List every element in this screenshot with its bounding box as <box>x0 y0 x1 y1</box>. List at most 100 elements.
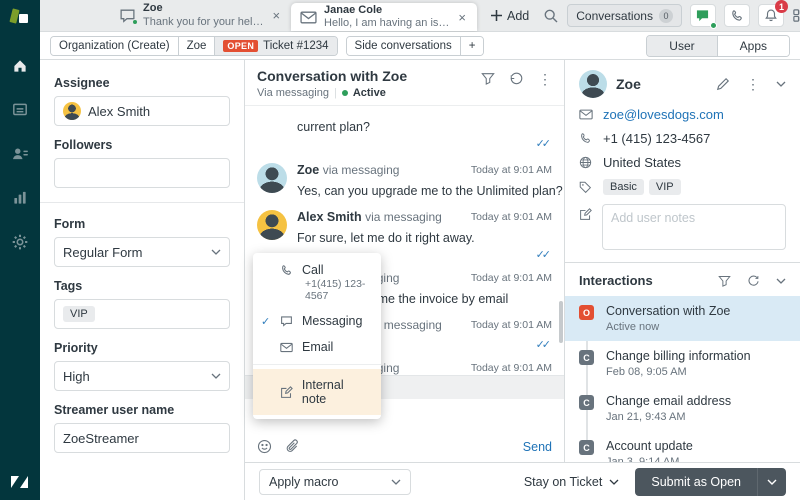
priority-select[interactable]: High <box>54 361 230 391</box>
chevron-down-icon <box>391 479 401 485</box>
message-time: Today at 9:01 AM <box>470 210 552 223</box>
call-number: +1(415) 123-4567 <box>305 278 366 302</box>
stay-on-ticket-select[interactable]: Stay on Ticket <box>524 475 620 489</box>
active-dot <box>341 90 348 96</box>
form-label: Form <box>54 217 86 231</box>
interaction-title: Change billing information <box>606 349 751 363</box>
side-conversation-add-button[interactable]: + <box>459 36 484 55</box>
interaction-item[interactable]: C Change billing information Feb 08, 9:05… <box>565 341 800 386</box>
left-nav-rail <box>0 0 40 500</box>
followers-field[interactable] <box>54 158 230 188</box>
chat-icon <box>281 316 292 327</box>
tab-subtitle: Thank you for your hel… <box>143 15 264 28</box>
filter-icon[interactable] <box>718 275 731 287</box>
phone-button[interactable] <box>723 4 750 27</box>
history-icon[interactable] <box>509 71 524 86</box>
chat-button[interactable] <box>689 4 717 29</box>
tab-user[interactable]: User <box>647 35 717 56</box>
close-icon[interactable]: × <box>270 6 282 25</box>
tag-icon <box>579 181 593 194</box>
tag-chip[interactable]: VIP <box>63 306 95 322</box>
scrollbar-thumb[interactable] <box>559 301 563 343</box>
menu-item-internal-note[interactable]: Internal note <box>253 369 381 415</box>
section-divider <box>40 202 244 203</box>
user-tag[interactable]: VIP <box>648 179 681 195</box>
emoji-icon[interactable] <box>257 439 272 454</box>
breadcrumb-ticket[interactable]: OPEN Ticket #1234 <box>214 36 337 55</box>
refresh-icon[interactable] <box>747 274 760 287</box>
form-value: Regular Form <box>63 244 143 260</box>
submit-options-caret[interactable] <box>757 467 786 496</box>
form-select[interactable]: Regular Form <box>54 237 230 267</box>
conversation-status: Active <box>352 87 386 99</box>
conversations-button[interactable]: Conversations 0 <box>567 4 682 27</box>
user-email-link[interactable]: zoe@lovesdogs.com <box>603 107 724 122</box>
apps-grid-icon[interactable] <box>792 8 800 23</box>
note-icon <box>281 385 293 398</box>
interaction-subtitle: Feb 08, 9:05 AM <box>606 366 687 378</box>
zendesk-logo-icon <box>11 474 29 490</box>
ticket-tab-janae[interactable]: Janae Cole Hello, I am having an is… × <box>291 3 477 31</box>
admin-gear-icon[interactable] <box>11 233 29 251</box>
notes-icon <box>579 208 592 221</box>
search-icon[interactable] <box>543 8 559 24</box>
interaction-title: Account update <box>606 439 693 453</box>
message-text: Yes, can you upgrade me to the Unlimited… <box>297 183 563 198</box>
collapse-icon[interactable] <box>776 81 786 87</box>
chevron-down-icon <box>609 479 619 485</box>
delivered-check-icon: ✓✓ <box>535 137 551 150</box>
menu-item-email[interactable]: Email <box>253 334 381 360</box>
overflow-menu-icon[interactable]: ⋮ <box>746 77 760 91</box>
home-icon[interactable] <box>11 57 29 75</box>
apply-macro-select[interactable]: Apply macro <box>259 468 411 495</box>
user-notes-input[interactable] <box>602 204 786 250</box>
assignee-field[interactable]: Alex Smith <box>54 96 230 126</box>
priority-value: High <box>63 368 90 384</box>
overflow-menu-icon[interactable]: ⋮ <box>538 72 552 86</box>
menu-item-call[interactable]: Call +1(415) 123-4567 <box>253 257 381 308</box>
add-tab-button[interactable]: Add <box>477 0 543 31</box>
interaction-subtitle: Active now <box>606 321 660 333</box>
priority-label: Priority <box>54 341 98 355</box>
breadcrumb-organization[interactable]: Organization (Create) <box>51 36 178 55</box>
views-icon[interactable] <box>11 101 29 119</box>
customer-panel: Zoe ⋮ zoe@lovesdogs.com +1 (415) 123-456… <box>565 60 800 462</box>
breadcrumb-person[interactable]: Zoe <box>177 36 215 55</box>
interaction-subtitle: Jan 3, 9:14 AM <box>606 456 680 462</box>
filter-icon[interactable] <box>481 72 495 85</box>
interaction-item[interactable]: O Conversation with Zoe Active now <box>565 296 800 341</box>
side-conversations-button[interactable]: Side conversations <box>346 36 460 55</box>
message-author: Alex Smith <box>297 209 362 224</box>
customers-icon[interactable] <box>11 145 29 163</box>
app-window: Zoe Thank you for your hel… × Janae Cole… <box>0 0 800 500</box>
interaction-title: Conversation with Zoe <box>606 304 731 318</box>
plus-icon <box>490 10 502 21</box>
user-name: Zoe <box>616 76 641 92</box>
ticket-tab-zoe[interactable]: Zoe Thank you for your hel… × <box>110 0 291 31</box>
submit-button[interactable]: Submit as Open <box>635 467 786 496</box>
call-label: Call <box>302 263 324 277</box>
side-conversations-group: Side conversations + <box>345 35 485 56</box>
ticket-action-bar: Apply macro Stay on Ticket Submit as Ope… <box>245 462 800 500</box>
user-avatar <box>579 70 607 98</box>
reporting-icon[interactable] <box>11 189 29 207</box>
tags-field[interactable]: VIP <box>54 299 230 329</box>
user-tag[interactable]: Basic <box>603 179 644 195</box>
tab-apps[interactable]: Apps <box>716 35 789 56</box>
send-button[interactable]: Send <box>523 440 552 454</box>
message: Zoe via messaging Today at 9:01 AM Yes, c… <box>257 162 563 200</box>
menu-item-messaging[interactable]: ✓ Messaging <box>253 308 381 334</box>
collapse-icon[interactable] <box>776 278 786 284</box>
notifications-button[interactable]: 1 <box>757 0 788 27</box>
interaction-item[interactable]: C Account update Jan 3, 9:14 AM <box>565 431 800 462</box>
email-icon <box>280 342 293 352</box>
attachment-icon[interactable] <box>286 439 299 454</box>
streamer-field[interactable]: ZoeStreamer <box>54 423 230 453</box>
interaction-item[interactable]: C Change email address Jan 21, 9:43 AM <box>565 386 800 431</box>
message-author: Zoe <box>297 162 320 177</box>
close-icon[interactable]: × <box>456 8 468 27</box>
phone-icon <box>579 132 593 145</box>
ticket-context-bar: Organization (Create) Zoe OPEN Ticket #1… <box>40 32 800 60</box>
edit-icon[interactable] <box>716 77 730 91</box>
email-channel-icon <box>300 11 317 24</box>
